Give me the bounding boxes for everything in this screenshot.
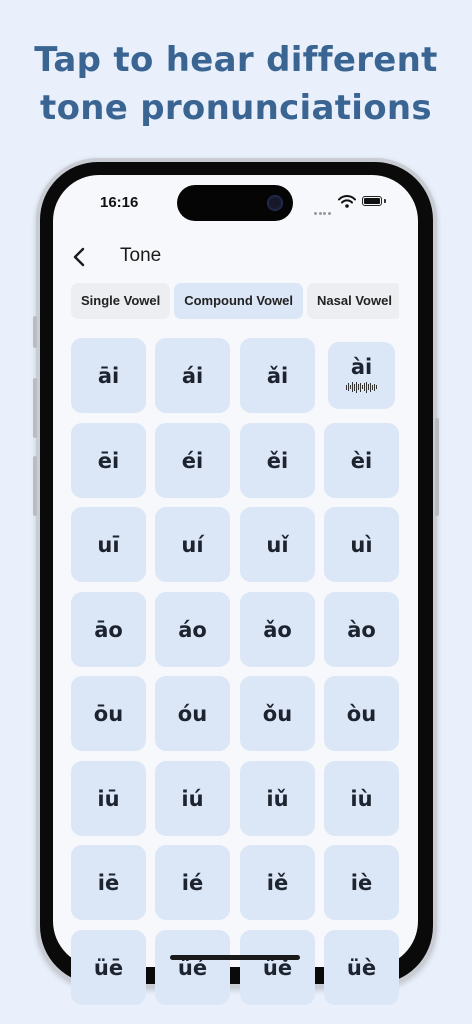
syllable-label: òu	[346, 701, 377, 726]
syllable-button[interactable]: iú	[155, 761, 230, 836]
syllable-label: ào	[347, 617, 376, 642]
syllable-button[interactable]: ǒu	[240, 676, 315, 751]
syllable-label: iù	[350, 786, 373, 811]
signal-dots-icon	[314, 200, 334, 215]
syllable-label: ié	[181, 870, 204, 895]
camera-icon	[267, 195, 283, 211]
syllable-label: uī	[97, 532, 120, 557]
dynamic-island	[177, 185, 293, 221]
syllable-button[interactable]: ào	[324, 592, 399, 667]
syllable-button[interactable]: iě	[240, 845, 315, 920]
home-indicator[interactable]	[170, 955, 300, 960]
syllable-button[interactable]: uǐ	[240, 507, 315, 582]
syllable-label: éi	[181, 448, 204, 473]
syllable-button[interactable]: ōu	[71, 676, 146, 751]
syllable-label: ǎi	[266, 363, 289, 388]
phone-volume-up	[33, 378, 37, 438]
wifi-icon	[338, 195, 356, 208]
syllable-button[interactable]: ěi	[240, 423, 315, 498]
syllable-label: ēi	[97, 448, 120, 473]
syllable-label: ǒu	[262, 701, 293, 726]
tab-compound-vowel[interactable]: Compound Vowel	[174, 283, 304, 319]
syllable-button[interactable]: üé	[155, 930, 230, 1005]
promo-line-1: Tap to hear different	[34, 40, 438, 80]
battery-icon	[362, 196, 382, 206]
syllable-button[interactable]: óu	[155, 676, 230, 751]
syllable-button[interactable]: ǎi	[240, 338, 315, 413]
syllable-label: iē	[97, 870, 120, 895]
syllable-button[interactable]: òu	[324, 676, 399, 751]
syllable-label: óu	[177, 701, 208, 726]
syllable-button[interactable]: üè	[324, 930, 399, 1005]
vowel-type-tabs: Single Vowel Compound Vowel Nasal Vowel	[71, 283, 399, 319]
syllable-button[interactable]: āi	[71, 338, 146, 413]
status-time: 16:16	[100, 194, 139, 211]
syllable-label: iè	[350, 870, 373, 895]
syllable-label: iě	[266, 870, 289, 895]
nav-title: Tone	[120, 245, 162, 266]
syllable-button[interactable]: iù	[324, 761, 399, 836]
syllable-label: uí	[181, 532, 204, 557]
audio-waveform-icon	[345, 381, 378, 393]
syllable-label: āo	[94, 617, 123, 642]
syllable-button[interactable]: ié	[155, 845, 230, 920]
syllable-button[interactable]: iē	[71, 845, 146, 920]
syllable-label: āi	[97, 363, 120, 388]
syllable-label: èi	[350, 448, 373, 473]
promo-line-2: tone pronunciations	[40, 88, 432, 128]
syllable-button[interactable]: iǔ	[240, 761, 315, 836]
syllable-button[interactable]: éi	[155, 423, 230, 498]
syllable-label: iū	[97, 786, 120, 811]
syllable-button[interactable]: iū	[71, 761, 146, 836]
syllable-label: üè	[346, 955, 377, 980]
tab-nasal-vowel[interactable]: Nasal Vowel	[307, 283, 399, 319]
syllable-label: ǎo	[263, 617, 292, 642]
syllable-button[interactable]: ái	[155, 338, 230, 413]
syllable-label: üē	[93, 955, 124, 980]
tab-single-vowel[interactable]: Single Vowel	[71, 283, 171, 319]
syllable-button[interactable]: ǎo	[240, 592, 315, 667]
syllable-button[interactable]: üě	[240, 930, 315, 1005]
syllable-button[interactable]: üē	[71, 930, 146, 1005]
phone-power-button	[435, 418, 439, 516]
promo-headline: Tap to hear different tone pronunciation…	[0, 36, 472, 132]
syllable-label: iǔ	[266, 786, 289, 811]
syllable-label: uì	[350, 532, 373, 557]
syllable-label: uǐ	[266, 532, 289, 557]
phone-volume-down	[33, 456, 37, 516]
syllable-button[interactable]: áo	[155, 592, 230, 667]
syllable-label: ěi	[266, 448, 289, 473]
syllable-label: áo	[178, 617, 207, 642]
syllable-button[interactable]: ēi	[71, 423, 146, 498]
syllable-label: ái	[181, 363, 204, 388]
syllable-button[interactable]: āo	[71, 592, 146, 667]
syllable-button[interactable]: iè	[324, 845, 399, 920]
syllable-button[interactable]: ài	[328, 342, 395, 409]
syllable-button[interactable]: èi	[324, 423, 399, 498]
syllable-label: ōu	[93, 701, 124, 726]
syllable-label: ài	[350, 354, 373, 379]
syllable-label: iú	[181, 786, 204, 811]
syllable-button[interactable]: uí	[155, 507, 230, 582]
syllable-button[interactable]: uì	[324, 507, 399, 582]
back-chevron-icon[interactable]	[70, 246, 90, 268]
syllable-button[interactable]: uī	[71, 507, 146, 582]
phone-silent-switch	[33, 316, 37, 348]
